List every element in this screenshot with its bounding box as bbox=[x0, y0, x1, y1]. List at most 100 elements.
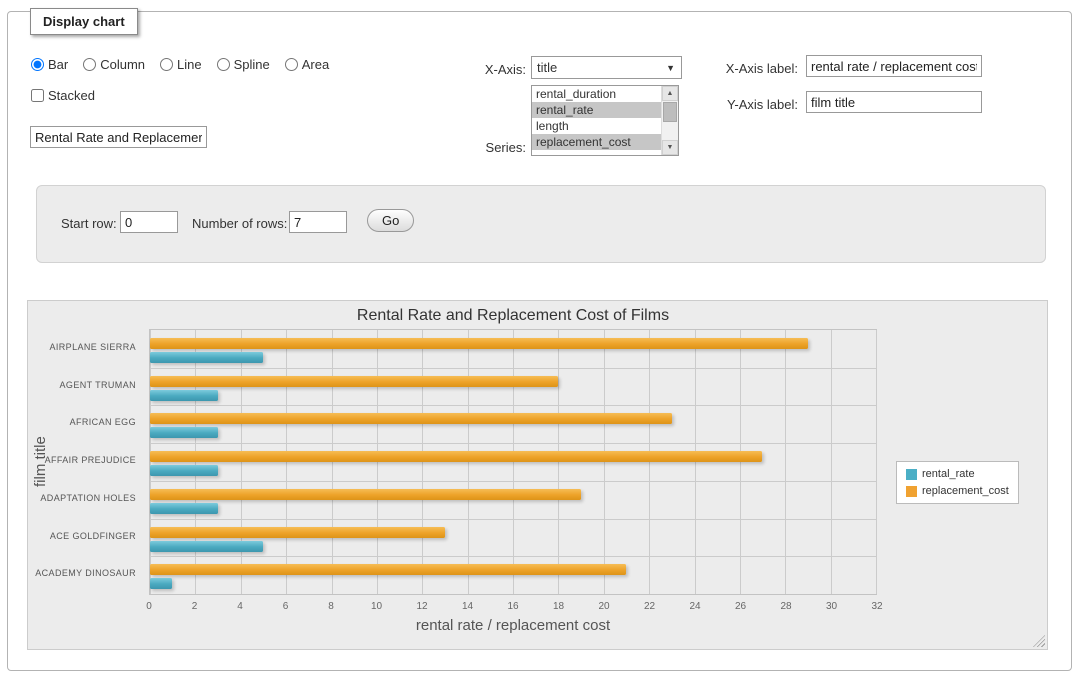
chart-panel: Rental Rate and Replacement Cost of Film… bbox=[27, 300, 1048, 650]
stacked-checkbox[interactable] bbox=[31, 89, 44, 102]
bar-rental_rate bbox=[150, 465, 218, 476]
gridline-vertical bbox=[876, 330, 877, 594]
bar-replacement_cost bbox=[150, 338, 808, 349]
gridline-vertical bbox=[785, 330, 786, 594]
chart-legend: rental_rate replacement_cost bbox=[896, 461, 1019, 504]
x-tick-label: 0 bbox=[146, 601, 152, 612]
chart-type-label: Column bbox=[100, 57, 145, 72]
legend-swatch bbox=[906, 486, 917, 497]
x-axis-select-label: X-Axis: bbox=[446, 62, 526, 77]
series-listbox[interactable]: rental_durationrental_ratelengthreplacem… bbox=[531, 85, 679, 156]
legend-label: replacement_cost bbox=[922, 485, 1009, 497]
x-axis-selected-value: title bbox=[537, 60, 557, 75]
bar-rental_rate bbox=[150, 503, 218, 514]
chart-type-label: Bar bbox=[48, 57, 68, 72]
chart-type-radio-line[interactable] bbox=[160, 58, 173, 71]
chevron-down-icon: ▼ bbox=[666, 63, 681, 73]
chart-type-label: Area bbox=[302, 57, 329, 72]
y-axis-label-label: Y-Axis label: bbox=[700, 97, 798, 112]
bar-replacement_cost bbox=[150, 413, 672, 424]
chart-type-option-spline: Spline bbox=[217, 57, 270, 72]
x-tick-label: 14 bbox=[462, 601, 473, 612]
go-button[interactable]: Go bbox=[367, 209, 414, 232]
chart-type-radio-area[interactable] bbox=[285, 58, 298, 71]
series-option-rental_rate[interactable]: rental_rate bbox=[532, 102, 661, 118]
category-label: AIRPLANE SIERRA bbox=[28, 329, 143, 367]
resize-handle-icon[interactable] bbox=[1033, 635, 1045, 647]
series-options: rental_durationrental_ratelengthreplacem… bbox=[532, 86, 661, 155]
x-axis-label-label: X-Axis label: bbox=[700, 61, 798, 76]
start-row-label: Start row: bbox=[61, 216, 117, 231]
x-tick-label: 22 bbox=[644, 601, 655, 612]
chart-title: Rental Rate and Replacement Cost of Film… bbox=[149, 307, 877, 325]
series-option-rental_duration[interactable]: rental_duration bbox=[532, 86, 661, 102]
category-label: AGENT TRUMAN bbox=[28, 367, 143, 405]
chart-type-radio-column[interactable] bbox=[83, 58, 96, 71]
x-tick-label: 2 bbox=[192, 601, 198, 612]
x-tick-label: 6 bbox=[283, 601, 289, 612]
gridline-horizontal bbox=[150, 405, 876, 406]
bar-rental_rate bbox=[150, 427, 218, 438]
chart-title-input[interactable] bbox=[30, 126, 207, 148]
rows-panel: Start row: Number of rows: Go bbox=[36, 185, 1046, 263]
gridline-horizontal bbox=[150, 556, 876, 557]
bar-rental_rate bbox=[150, 541, 263, 552]
scrollbar-down-icon[interactable]: ▼ bbox=[662, 140, 678, 155]
bar-rental_rate bbox=[150, 390, 218, 401]
x-tick-label: 26 bbox=[735, 601, 746, 612]
x-axis-label-input[interactable] bbox=[806, 55, 982, 77]
bar-replacement_cost bbox=[150, 564, 626, 575]
legend-item-rental_rate: rental_rate bbox=[906, 468, 1009, 480]
x-tick-label: 4 bbox=[237, 601, 243, 612]
stacked-row: Stacked bbox=[31, 88, 95, 103]
bar-replacement_cost bbox=[150, 489, 581, 500]
series-option-replacement_cost[interactable]: replacement_cost bbox=[532, 134, 661, 150]
series-scrollbar[interactable]: ▲ ▼ bbox=[661, 86, 678, 155]
chart-type-option-bar: Bar bbox=[31, 57, 68, 72]
y-axis-label-input[interactable] bbox=[806, 91, 982, 113]
legend-label: rental_rate bbox=[922, 468, 975, 480]
x-tick-labels: 02468101214161820222426283032 bbox=[149, 601, 877, 615]
x-tick-label: 18 bbox=[553, 601, 564, 612]
x-tick-label: 10 bbox=[371, 601, 382, 612]
gridline-vertical bbox=[831, 330, 832, 594]
chart-type-option-area: Area bbox=[285, 57, 329, 72]
number-of-rows-label: Number of rows: bbox=[192, 216, 287, 231]
bar-replacement_cost bbox=[150, 451, 762, 462]
number-of-rows-input[interactable] bbox=[289, 211, 347, 233]
legend-item-replacement_cost: replacement_cost bbox=[906, 485, 1009, 497]
chart-type-option-column: Column bbox=[83, 57, 145, 72]
x-tick-label: 24 bbox=[689, 601, 700, 612]
chart-type-label: Line bbox=[177, 57, 202, 72]
gridline-horizontal bbox=[150, 481, 876, 482]
scrollbar-thumb[interactable] bbox=[663, 102, 677, 122]
start-row-input[interactable] bbox=[120, 211, 178, 233]
scrollbar-up-icon[interactable]: ▲ bbox=[662, 86, 678, 101]
series-label: Series: bbox=[446, 140, 526, 155]
gridline-horizontal bbox=[150, 519, 876, 520]
chart-type-radio-spline[interactable] bbox=[217, 58, 230, 71]
category-label: ADAPTATION HOLES bbox=[28, 480, 143, 518]
chart-type-option-line: Line bbox=[160, 57, 202, 72]
x-tick-label: 20 bbox=[598, 601, 609, 612]
x-tick-label: 30 bbox=[826, 601, 837, 612]
category-label: AFFAIR PREJUDICE bbox=[28, 442, 143, 480]
stacked-label-text: Stacked bbox=[48, 88, 95, 103]
chart-type-radio-bar[interactable] bbox=[31, 58, 44, 71]
x-axis-select[interactable]: title ▼ bbox=[531, 56, 682, 79]
series-option-length[interactable]: length bbox=[532, 118, 661, 134]
x-tick-label: 16 bbox=[507, 601, 518, 612]
legend-swatch bbox=[906, 469, 917, 480]
category-label: AFRICAN EGG bbox=[28, 404, 143, 442]
stacked-label: Stacked bbox=[31, 88, 95, 103]
gridline-horizontal bbox=[150, 443, 876, 444]
category-label: ACE GOLDFINGER bbox=[28, 518, 143, 556]
x-tick-label: 12 bbox=[416, 601, 427, 612]
category-label: ACADEMY DINOSAUR bbox=[28, 555, 143, 593]
bar-replacement_cost bbox=[150, 376, 558, 387]
category-labels: AIRPLANE SIERRAAGENT TRUMANAFRICAN EGGAF… bbox=[28, 329, 143, 595]
display-chart-legend: Display chart bbox=[30, 8, 138, 35]
page: Display chart Bar Column Line Spline Area St… bbox=[0, 0, 1081, 681]
x-tick-label: 32 bbox=[871, 601, 882, 612]
bar-rental_rate bbox=[150, 578, 172, 589]
